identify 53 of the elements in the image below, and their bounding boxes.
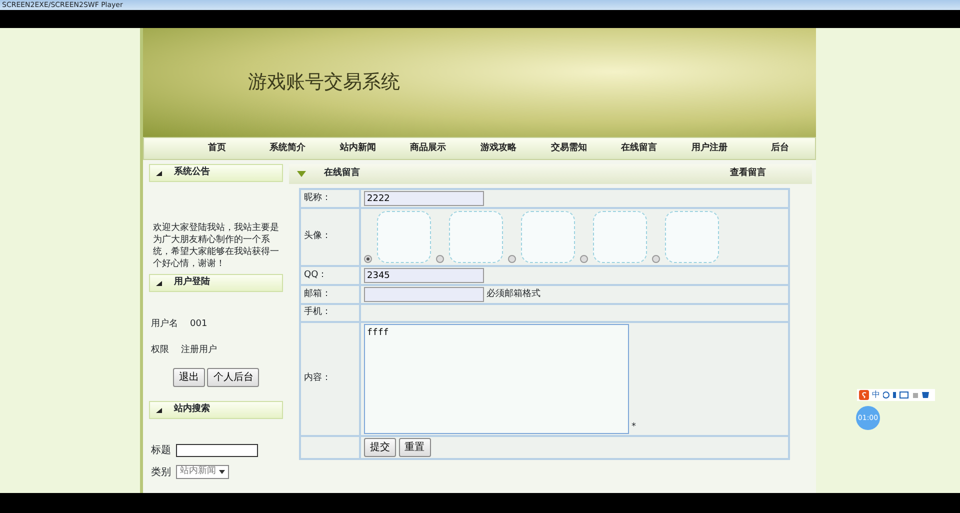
field-value: 001 [190,318,208,332]
avatar-radio[interactable] [652,255,660,263]
nav-link[interactable]: 后台 [744,142,815,156]
triangle-icon [156,408,162,412]
required-mark: * [632,420,636,434]
nav-link[interactable]: 站内新闻 [322,142,393,156]
field-label: 标题 [151,444,171,458]
avatar-radio[interactable] [508,255,516,263]
nav-link[interactable]: 游戏攻略 [463,142,534,156]
email-hint: 必须邮箱格式 [486,288,540,301]
field-label: 手机： [304,307,331,318]
avatar-radio[interactable] [580,255,588,263]
nav-link[interactable]: 系统简介 [252,142,323,156]
ime-logo-icon [859,390,869,400]
avatar-radio[interactable] [436,255,444,263]
field-value: 注册用户 [181,344,217,358]
avatar-radio[interactable] [364,255,372,263]
field-label: 邮箱： [304,288,331,299]
nav-link[interactable]: 首页 [182,142,252,156]
nav-link[interactable]: 商品展示 [392,142,464,156]
notice-text: 欢迎大家登陆我站，我站主要是为广大朋友精心制作的一个系统，希望大家能够在我站获得一个好心情，谢谢！ [152,222,280,271]
panel-title: 系统公告 [174,166,210,180]
field-label: 类别 [151,466,171,480]
caret-icon [218,470,224,474]
panel-title: 用户登陆 [174,276,210,290]
form-button[interactable]: 重置 [398,438,430,457]
panel-title: 站内搜索 [174,403,210,416]
form-button[interactable]: 提交 [364,438,396,457]
message-field[interactable]: ffff [364,324,629,434]
nav-link[interactable]: 交易需知 [534,142,604,156]
triangle-icon [297,171,306,177]
text-field[interactable] [364,287,484,302]
field-label: QQ： [304,270,328,280]
view-messages-link[interactable]: 查看留言 [730,167,766,181]
login-button[interactable]: 个人后台 [207,368,260,387]
nav-link[interactable]: 在线留言 [604,142,674,156]
nav-link[interactable]: 用户注册 [674,142,745,156]
field-label: 内容： [304,373,331,384]
field-label: 头像： [304,231,331,242]
field-label: 用户名 [151,318,178,332]
category-select[interactable]: 站内新闻 [176,465,228,479]
triangle-icon [156,170,162,176]
ime-mode: 中 [872,389,880,401]
triangle-icon [156,280,162,286]
login-button[interactable]: 退出 [172,368,205,387]
text-field[interactable]: 2222 [364,191,484,206]
ime-toolbar[interactable]: 中 [857,389,935,401]
field-label: 昵称： [304,192,331,203]
field-label: 权限 [151,344,169,358]
site-title: 游戏账号交易系统 [248,70,400,96]
search-title-field[interactable] [176,444,258,456]
text-field[interactable]: 2345 [364,268,484,283]
content-title: 在线留言 [324,167,360,180]
